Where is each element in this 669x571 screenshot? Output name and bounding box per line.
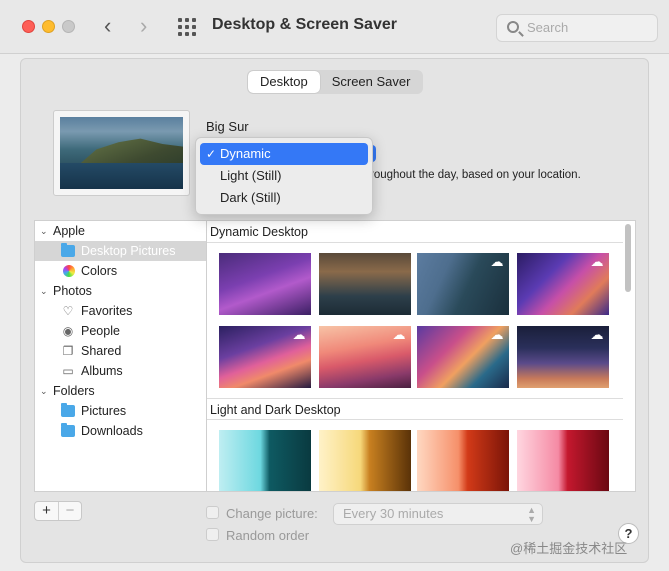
sidebar-group-apple[interactable]: ⌄ Apple xyxy=(35,221,207,241)
sidebar-item-label: Pictures xyxy=(81,404,127,418)
sidebar-item-albums[interactable]: ▭ Albums xyxy=(35,361,207,381)
sidebar-group-label: Folders xyxy=(53,384,95,398)
folder-icon xyxy=(61,423,75,437)
sidebar-item-favorites[interactable]: ♡ Favorites xyxy=(35,301,207,321)
sidebar-item-label: Downloads xyxy=(81,424,143,438)
chevron-down-icon: ⌄ xyxy=(40,286,48,296)
wallpaper-thumbnail[interactable]: ☁ xyxy=(517,326,609,388)
cloud-download-icon[interactable]: ☁ xyxy=(589,328,605,341)
source-list: ⌄ Apple Desktop Pictures Colors ⌄ Photos… xyxy=(34,220,207,492)
wallpaper-name: Big Sur xyxy=(206,119,249,134)
shared-icon: ❐ xyxy=(62,344,74,358)
sidebar-group-label: Apple xyxy=(53,224,85,238)
chevron-updown-icon: ▲ ▼ xyxy=(527,505,536,524)
title-bar: ‹ › Desktop & Screen Saver xyxy=(0,0,669,54)
wallpaper-thumbnail[interactable]: ☁ xyxy=(219,326,311,388)
sidebar-item-label: Favorites xyxy=(81,304,133,318)
menu-item-dark-still[interactable]: Dark (Still) xyxy=(200,187,368,209)
section-header-dynamic: Dynamic Desktop xyxy=(207,221,623,243)
sidebar-group-photos[interactable]: ⌄ Photos xyxy=(35,281,207,301)
wallpaper-thumbnail[interactable] xyxy=(319,253,411,315)
close-button[interactable] xyxy=(22,20,35,33)
gallery-scrollbar[interactable] xyxy=(623,222,632,490)
tab-screen-saver[interactable]: Screen Saver xyxy=(320,71,423,93)
colors-icon xyxy=(63,265,75,277)
person-icon: ◉ xyxy=(62,324,74,338)
menu-item-dynamic[interactable]: ✓ Dynamic xyxy=(200,143,368,165)
interval-value: Every 30 minutes xyxy=(343,506,444,521)
menu-item-label: Dynamic xyxy=(220,146,271,161)
menu-item-light-still[interactable]: Light (Still) xyxy=(200,165,368,187)
window-title: Desktop & Screen Saver xyxy=(212,16,397,33)
sidebar-item-desktop-pictures[interactable]: Desktop Pictures xyxy=(35,241,207,261)
sidebar-item-pictures[interactable]: Pictures xyxy=(35,401,207,421)
menu-item-label: Dark (Still) xyxy=(220,190,281,205)
folder-icon xyxy=(61,403,75,417)
sidebar-group-label: Photos xyxy=(53,284,92,298)
remove-folder-button[interactable]: − xyxy=(58,502,81,520)
interval-select[interactable]: Every 30 minutes ▲ ▼ xyxy=(333,503,543,525)
add-folder-button[interactable]: + xyxy=(35,502,58,520)
wallpaper-thumbnail[interactable]: ☁ xyxy=(417,253,509,315)
random-order-label: Random order xyxy=(226,528,310,543)
cloud-download-icon[interactable]: ☁ xyxy=(391,328,407,341)
wallpaper-preview xyxy=(53,110,190,196)
show-all-grid-icon[interactable] xyxy=(178,18,196,36)
search-input[interactable] xyxy=(527,20,647,35)
random-order-checkbox[interactable] xyxy=(206,528,219,541)
sidebar-item-colors[interactable]: Colors xyxy=(35,261,207,281)
sidebar-item-label: Shared xyxy=(81,344,122,358)
sidebar-item-label: Albums xyxy=(81,364,123,378)
albums-icon: ▭ xyxy=(62,364,74,378)
back-button[interactable]: ‹ xyxy=(104,14,111,38)
add-remove-control: + − xyxy=(34,501,82,521)
wallpaper-thumbnail[interactable] xyxy=(417,430,509,491)
chevron-down-icon: ⌄ xyxy=(40,226,48,236)
tab-bar: Desktop Screen Saver xyxy=(247,70,424,94)
wallpaper-thumbnail[interactable] xyxy=(517,430,609,491)
wallpaper-thumbnail[interactable] xyxy=(219,430,311,491)
wallpaper-thumbnail[interactable]: ☁ xyxy=(417,326,509,388)
sidebar-item-shared[interactable]: ❐ Shared xyxy=(35,341,207,361)
search-icon xyxy=(507,21,519,33)
forward-button[interactable]: › xyxy=(140,14,147,38)
wallpaper-gallery: Dynamic Desktop ☁ ☁ ☁ ☁ ☁ ☁ Light and Da… xyxy=(206,220,636,492)
tab-desktop[interactable]: Desktop xyxy=(248,71,320,93)
cloud-download-icon[interactable]: ☁ xyxy=(489,328,505,341)
wallpaper-description: roughout the day, based on your location… xyxy=(370,169,581,181)
wallpaper-thumbnail[interactable] xyxy=(219,253,311,315)
search-field[interactable] xyxy=(496,14,658,42)
sidebar-item-downloads[interactable]: Downloads xyxy=(35,421,207,441)
menu-item-label: Light (Still) xyxy=(220,168,282,183)
wallpaper-thumbnail[interactable] xyxy=(319,430,411,491)
change-picture-checkbox[interactable] xyxy=(206,506,219,519)
heart-icon: ♡ xyxy=(62,304,74,318)
cloud-download-icon[interactable]: ☁ xyxy=(291,328,307,341)
sidebar-item-label: People xyxy=(81,324,120,338)
section-header-light-dark: Light and Dark Desktop xyxy=(207,398,623,420)
folder-icon xyxy=(61,243,75,257)
minimize-button[interactable] xyxy=(42,20,55,33)
cloud-download-icon[interactable]: ☁ xyxy=(489,255,505,268)
chevron-down-icon: ⌄ xyxy=(40,386,48,396)
sidebar-item-people[interactable]: ◉ People xyxy=(35,321,207,341)
cloud-download-icon[interactable]: ☁ xyxy=(589,255,605,268)
checkmark-icon: ✓ xyxy=(206,147,217,161)
zoom-button[interactable] xyxy=(62,20,75,33)
appearance-menu: ✓ Dynamic Light (Still) Dark (Still) xyxy=(195,137,373,215)
wallpaper-thumbnail[interactable]: ☁ xyxy=(517,253,609,315)
scrollbar-thumb[interactable] xyxy=(625,224,631,292)
change-picture-label: Change picture: xyxy=(226,506,318,521)
sidebar-item-label: Colors xyxy=(81,264,118,278)
sidebar-group-folders[interactable]: ⌄ Folders xyxy=(35,381,207,401)
wallpaper-preview-image xyxy=(60,117,183,189)
sidebar-item-label: Desktop Pictures xyxy=(81,244,176,258)
wallpaper-thumbnail[interactable]: ☁ xyxy=(319,326,411,388)
watermark: @稀土掘金技术社区 xyxy=(510,541,628,556)
